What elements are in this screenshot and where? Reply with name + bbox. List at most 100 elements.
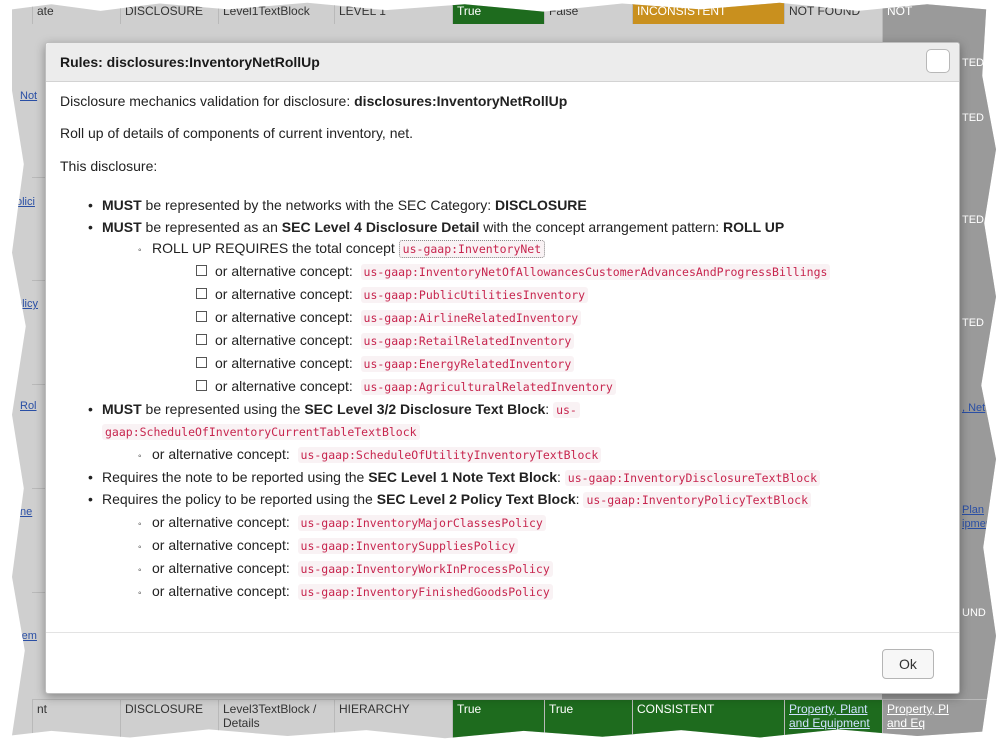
- table-cell-link[interactable]: Property, Pl and Eq: [882, 700, 996, 739]
- disclosure-name: disclosures:InventoryNetRollUp: [354, 93, 568, 109]
- intro-text: Disclosure mechanics validation for disc…: [60, 93, 355, 109]
- table-cell-link[interactable]: Property, Plant and Equipment: [784, 700, 882, 739]
- square-bullet-icon: [196, 357, 207, 368]
- background-link[interactable]: Not: [20, 90, 37, 102]
- rule-item: • Requires the note to be reported using …: [88, 469, 821, 487]
- background-link[interactable]: Rol: [20, 400, 37, 412]
- rule-text: :: [557, 469, 565, 485]
- must-keyword: MUST: [102, 219, 142, 235]
- property-plant-link[interactable]: Property, Plant: [789, 702, 878, 716]
- table-cell: NOT: [882, 2, 996, 44]
- concept-code: us-gaap:InventoryNet: [398, 240, 546, 258]
- must-keyword: MUST: [102, 401, 142, 417]
- background-link[interactable]: , Net: [962, 402, 985, 414]
- background-fragment: TED: [962, 214, 984, 226]
- rule-item: • MUST be represented by the networks wit…: [88, 197, 587, 214]
- concept-code: us-gaap:InventoryNetOfAllowancesCustomer…: [360, 264, 831, 280]
- rule-text: with the concept arrangement pattern:: [479, 219, 724, 235]
- rule-pattern: ROLL UP: [723, 219, 785, 235]
- alt-concept-item: or alternative concept: us-gaap:Inventor…: [196, 263, 831, 281]
- bullet: ◦: [138, 542, 142, 553]
- disclosure-description: Roll up of details of components of curr…: [60, 125, 414, 141]
- bullet: •: [88, 469, 93, 485]
- concept-code: us-: [553, 402, 580, 418]
- concept-code: us-gaap:AirlineRelatedInventory: [360, 310, 582, 326]
- alt-label: or alternative concept:: [215, 378, 353, 394]
- property-plant-link-line2[interactable]: and Eq: [887, 716, 996, 730]
- alt-label: or alternative concept:: [215, 309, 353, 325]
- background-link[interactable]: ne: [20, 506, 32, 518]
- cell-text: Level3TextBlock /: [223, 702, 317, 716]
- concept-code: gaap:ScheduleOfInventoryCurrentTableText…: [102, 424, 420, 440]
- must-keyword: MUST: [102, 197, 142, 213]
- background-link[interactable]: Plan: [962, 504, 984, 516]
- square-bullet-icon: [196, 265, 207, 276]
- rule-level: SEC Level 1 Note Text Block: [368, 469, 557, 485]
- bullet: •: [88, 401, 93, 417]
- concept-code: us-gaap:ScheduleOfUtilityInventoryTextBl…: [297, 447, 602, 463]
- bullet: •: [88, 197, 93, 213]
- alt-label: or alternative concept:: [215, 355, 353, 371]
- background-link[interactable]: olicy: [16, 298, 38, 310]
- concept-code: us-gaap:InventoryDisclosureTextBlock: [564, 470, 821, 486]
- background-fragment: TED: [962, 57, 984, 69]
- square-bullet-icon: [196, 311, 207, 322]
- rule-category: DISCLOSURE: [494, 197, 587, 213]
- table-cell: NOT FOUND: [784, 2, 882, 24]
- alt-label: or alternative concept:: [215, 286, 353, 302]
- concept-code: us-gaap:PublicUtilitiesInventory: [360, 287, 589, 303]
- status-cell-consistent: CONSISTENT: [632, 700, 784, 739]
- alt-label: or alternative concept:: [215, 263, 353, 279]
- property-plant-link-line2[interactable]: and Equipment: [789, 716, 878, 730]
- concept-code: us-gaap:InventoryWorkInProcessPolicy: [297, 561, 553, 577]
- validation-intro: Disclosure mechanics validation for disc…: [60, 93, 567, 109]
- rule-text: be represented by the networks with the …: [141, 197, 495, 213]
- table-cell: nt: [32, 700, 120, 739]
- background-link[interactable]: ipment: [962, 518, 995, 530]
- bullet: ◦: [138, 245, 142, 256]
- alt-concept-item: or alternative concept: us-gaap:EnergyRe…: [196, 355, 575, 373]
- rules-dialog: Rules: disclosures:InventoryNetRollUp Di…: [45, 42, 960, 694]
- rollup-text: ROLL UP REQUIRES the total concept: [152, 240, 399, 256]
- background-fragment: UND: [962, 607, 986, 619]
- rule-level: SEC Level 3/2 Disclosure Text Block: [304, 401, 546, 417]
- square-bullet-icon: [196, 380, 207, 391]
- background-fragment: TED: [962, 317, 984, 329]
- property-plant-link[interactable]: Property, Pl: [887, 702, 996, 716]
- alt-concept-item: or alternative concept: us-gaap:RetailRe…: [196, 332, 575, 350]
- concept-code: us-gaap:InventoryMajorClassesPolicy: [297, 515, 546, 531]
- alt-concept-item: ◦ or alternative concept: us-gaap:Invento…: [138, 537, 519, 556]
- rule-level: SEC Level 2 Policy Text Block: [376, 491, 576, 507]
- alt-label: or alternative concept:: [152, 537, 290, 553]
- table-cell: DISCLOSURE: [120, 2, 218, 24]
- table-row: nt DISCLOSURE Level3TextBlock / Details …: [32, 699, 996, 739]
- rule-level: SEC Level 4 Disclosure Detail: [281, 219, 480, 235]
- concept-code: us-gaap:AgriculturalRelatedInventory: [360, 379, 616, 395]
- status-cell-true: True: [544, 700, 632, 739]
- table-cell: DISCLOSURE: [120, 700, 218, 739]
- table-cell: Level3TextBlock / Details: [218, 700, 334, 739]
- status-cell-true: True: [452, 700, 544, 739]
- bullet: •: [88, 491, 93, 507]
- table-row: ate DISCLOSURE Level1TextBlock LEVEL 1 T…: [32, 2, 996, 44]
- rule-item: • Requires the policy to be reported usin…: [88, 491, 812, 509]
- background-link[interactable]: rem: [18, 630, 37, 642]
- concept-code: us-gaap:RetailRelatedInventory: [360, 333, 575, 349]
- concept-code: us-gaap:InventoryPolicyTextBlock: [583, 492, 812, 508]
- ok-button[interactable]: Ok: [882, 649, 934, 679]
- rollup-requirement: ◦ ROLL UP REQUIRES the total concept us-g…: [138, 240, 546, 259]
- this-disclosure-label: This disclosure:: [60, 158, 158, 174]
- alt-concept-item: ◦ or alternative concept: us-gaap:Invento…: [138, 514, 546, 533]
- alt-label: or alternative concept:: [152, 583, 290, 599]
- bullet: •: [88, 219, 93, 235]
- status-cell-inconsistent: INCONSISTENT: [632, 2, 784, 24]
- dialog-title: Rules: disclosures:InventoryNetRollUp: [60, 54, 320, 70]
- table-cell: ate: [32, 2, 120, 24]
- close-button[interactable]: [926, 49, 950, 73]
- bullet: ◦: [138, 588, 142, 599]
- alt-concept-item: ◦ or alternative concept: us-gaap:Invento…: [138, 560, 553, 579]
- background-link[interactable]: olici: [16, 196, 35, 208]
- dialog-header: Rules: disclosures:InventoryNetRollUp: [46, 43, 959, 82]
- square-bullet-icon: [196, 334, 207, 345]
- alt-concept-item: or alternative concept: us-gaap:AirlineR…: [196, 309, 582, 327]
